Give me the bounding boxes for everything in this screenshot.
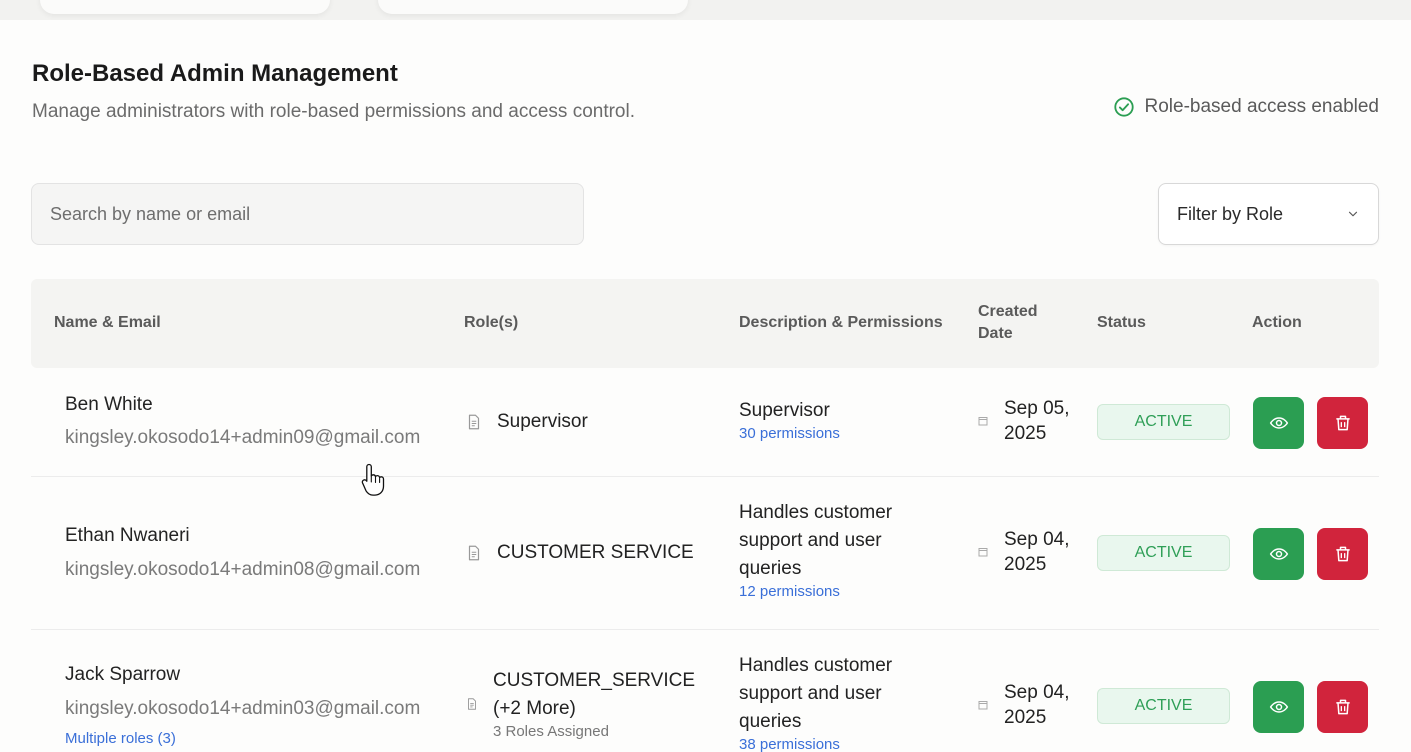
date-cell: Sep 04, 2025 <box>978 527 1070 577</box>
role-description: support and user <box>739 683 882 704</box>
description-cell: Handles customer support and user querie… <box>739 652 892 752</box>
delete-button[interactable] <box>1317 528 1368 580</box>
table-header: Name & Email Role(s) Description & Permi… <box>31 279 1379 368</box>
calendar-icon <box>978 417 988 426</box>
permissions-link[interactable]: 30 permissions <box>739 425 840 442</box>
role-name: CUSTOMER_SERVICE <box>493 670 696 691</box>
rbac-status-label: Role-based access enabled <box>1144 96 1380 117</box>
page-title: Role-Based Admin Management <box>32 60 398 87</box>
eye-icon <box>1269 548 1288 560</box>
date-cell: Sep 05, 2025 <box>978 396 1070 446</box>
column-name-email: Name & Email <box>54 314 161 331</box>
admin-name: Ben White <box>65 394 153 415</box>
document-icon <box>468 697 476 710</box>
view-button[interactable] <box>1253 397 1304 449</box>
column-status: Status <box>1097 314 1146 331</box>
check-circle-icon <box>1113 97 1134 117</box>
filter-by-role-select[interactable]: Filter by Role <box>1158 183 1379 245</box>
admin-name: Ethan Nwaneri <box>65 525 190 546</box>
status-badge: ACTIVE <box>1097 688 1230 724</box>
column-roles: Role(s) <box>464 314 519 331</box>
calendar-icon <box>978 701 988 710</box>
delete-button[interactable] <box>1317 681 1368 733</box>
description-cell: Supervisor 30 permissions <box>739 397 840 442</box>
search-input[interactable] <box>31 183 584 245</box>
trash-icon <box>1335 546 1350 562</box>
role-cell: CUSTOMER SERVICE <box>465 539 694 567</box>
document-icon <box>468 545 480 561</box>
created-date: Sep 04, 2025 <box>1004 529 1070 575</box>
top-nav-strip <box>0 0 1411 20</box>
view-button[interactable] <box>1253 528 1304 580</box>
calendar-icon <box>978 548 988 557</box>
hand-cursor-icon <box>361 463 385 496</box>
trash-icon <box>1335 699 1350 715</box>
eye-icon <box>1269 701 1288 713</box>
multiple-roles-link[interactable]: Multiple roles (3) <box>65 730 176 747</box>
created-date: Sep 04, 2025 <box>1004 682 1070 728</box>
chevron-down-icon <box>1348 211 1358 217</box>
role-description: queries <box>739 558 802 579</box>
date-cell: Sep 04, 2025 <box>978 680 1070 730</box>
trash-icon <box>1335 415 1350 431</box>
permissions-link[interactable]: 38 permissions <box>739 736 892 752</box>
table-row: Ethan Nwaneri kingsley.okosodo14+admin08… <box>31 477 1379 630</box>
admin-name: Jack Sparrow <box>65 664 181 685</box>
document-icon <box>468 414 480 430</box>
column-description: Description & Permissions <box>739 314 943 331</box>
permissions-link[interactable]: 12 permissions <box>739 583 892 600</box>
rbac-status: Role-based access enabled <box>1113 96 1380 118</box>
eye-icon <box>1269 417 1288 429</box>
filter-label: Filter by Role <box>1177 203 1284 224</box>
delete-button[interactable] <box>1317 397 1368 449</box>
description-cell: Handles customer support and user querie… <box>739 499 892 600</box>
role-description: queries <box>739 711 802 732</box>
column-created-date: Created Date <box>978 303 1038 342</box>
created-date: Sep 05, 2025 <box>1004 398 1070 444</box>
role-description: Handles customer <box>739 502 893 523</box>
column-action: Action <box>1252 314 1302 331</box>
top-nav-tab[interactable] <box>40 0 330 14</box>
top-nav-tab[interactable] <box>378 0 688 14</box>
admin-email: kingsley.okosodo14+admin08@gmail.com <box>65 559 421 580</box>
admin-email: kingsley.okosodo14+admin09@gmail.com <box>65 427 421 448</box>
role-description: Supervisor <box>739 400 830 421</box>
role-name: CUSTOMER SERVICE <box>497 542 694 563</box>
role-description: support and user <box>739 530 882 551</box>
role-name: Supervisor <box>497 411 588 432</box>
page-subtitle: Manage administrators with role-based pe… <box>32 101 635 122</box>
status-badge: ACTIVE <box>1097 535 1230 571</box>
role-stack: CUSTOMER_SERVICE (+2 More) 3 Roles Assig… <box>493 667 695 740</box>
admin-email: kingsley.okosodo14+admin03@gmail.com <box>65 698 421 719</box>
role-more: (+2 More) <box>493 698 576 719</box>
view-button[interactable] <box>1253 681 1304 733</box>
table-row: Ben White kingsley.okosodo14+admin09@gma… <box>31 368 1379 477</box>
role-description: Handles customer <box>739 655 893 676</box>
role-cell: CUSTOMER_SERVICE (+2 More) 3 Roles Assig… <box>465 667 695 740</box>
status-badge: ACTIVE <box>1097 404 1230 440</box>
table-row: Jack Sparrow kingsley.okosodo14+admin03@… <box>31 630 1379 752</box>
roles-assigned-count: 3 Roles Assigned <box>493 723 609 740</box>
role-cell: Supervisor <box>465 408 588 436</box>
